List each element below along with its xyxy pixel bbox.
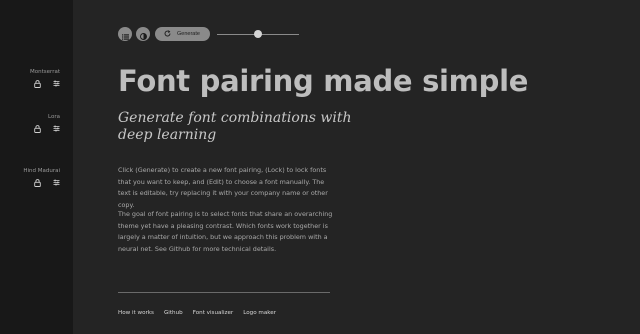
edit-sliders-icon[interactable] [53, 80, 60, 88]
edit-sliders-icon[interactable] [53, 179, 60, 187]
generate-button[interactable]: Generate [155, 27, 210, 41]
lock-icon[interactable] [34, 80, 41, 88]
toolbar: Generate [118, 27, 299, 41]
lock-icon[interactable] [34, 179, 41, 187]
description-paragraph: The goal of font pairing is to select fo… [118, 210, 333, 253]
theme-toggle-button[interactable] [136, 27, 150, 41]
slider-thumb[interactable] [254, 30, 262, 38]
page-title: Font pairing made simple [118, 64, 529, 98]
sidebar: Montserrat Lora Hind Madurai [0, 0, 73, 334]
lock-icon[interactable] [34, 125, 41, 133]
footer-link-logo-maker[interactable]: Logo maker [243, 310, 276, 316]
footer-link-font-visualizer[interactable]: Font visualizer [193, 310, 234, 316]
font-slot-heading: Montserrat [30, 68, 60, 88]
description-paragraph: Click (Generate) to create a new font pa… [118, 166, 328, 209]
font-slot-body: Hind Madurai [23, 167, 60, 187]
font-name-label: Lora [48, 114, 60, 120]
generate-label: Generate [177, 31, 200, 37]
font-name-label: Montserrat [30, 69, 60, 75]
refresh-icon [164, 29, 171, 39]
list-icon [121, 25, 129, 44]
font-name-label: Hind Madurai [23, 168, 60, 174]
edit-sliders-icon[interactable] [53, 125, 60, 133]
contrast-icon [139, 25, 147, 44]
footer-link-how-it-works[interactable]: How it works [118, 310, 154, 316]
footer-nav: How it works Github Font visualizer Logo… [118, 310, 276, 316]
main-content: Generate Font pairing made simple Genera… [73, 0, 640, 334]
footer-link-github[interactable]: Github [164, 310, 183, 316]
page-subtitle: Generate font combinations with deep lea… [118, 110, 352, 143]
size-slider[interactable] [217, 27, 299, 41]
list-view-button[interactable] [118, 27, 132, 41]
font-slot-subheading: Lora [34, 113, 60, 133]
footer-divider [118, 292, 330, 293]
